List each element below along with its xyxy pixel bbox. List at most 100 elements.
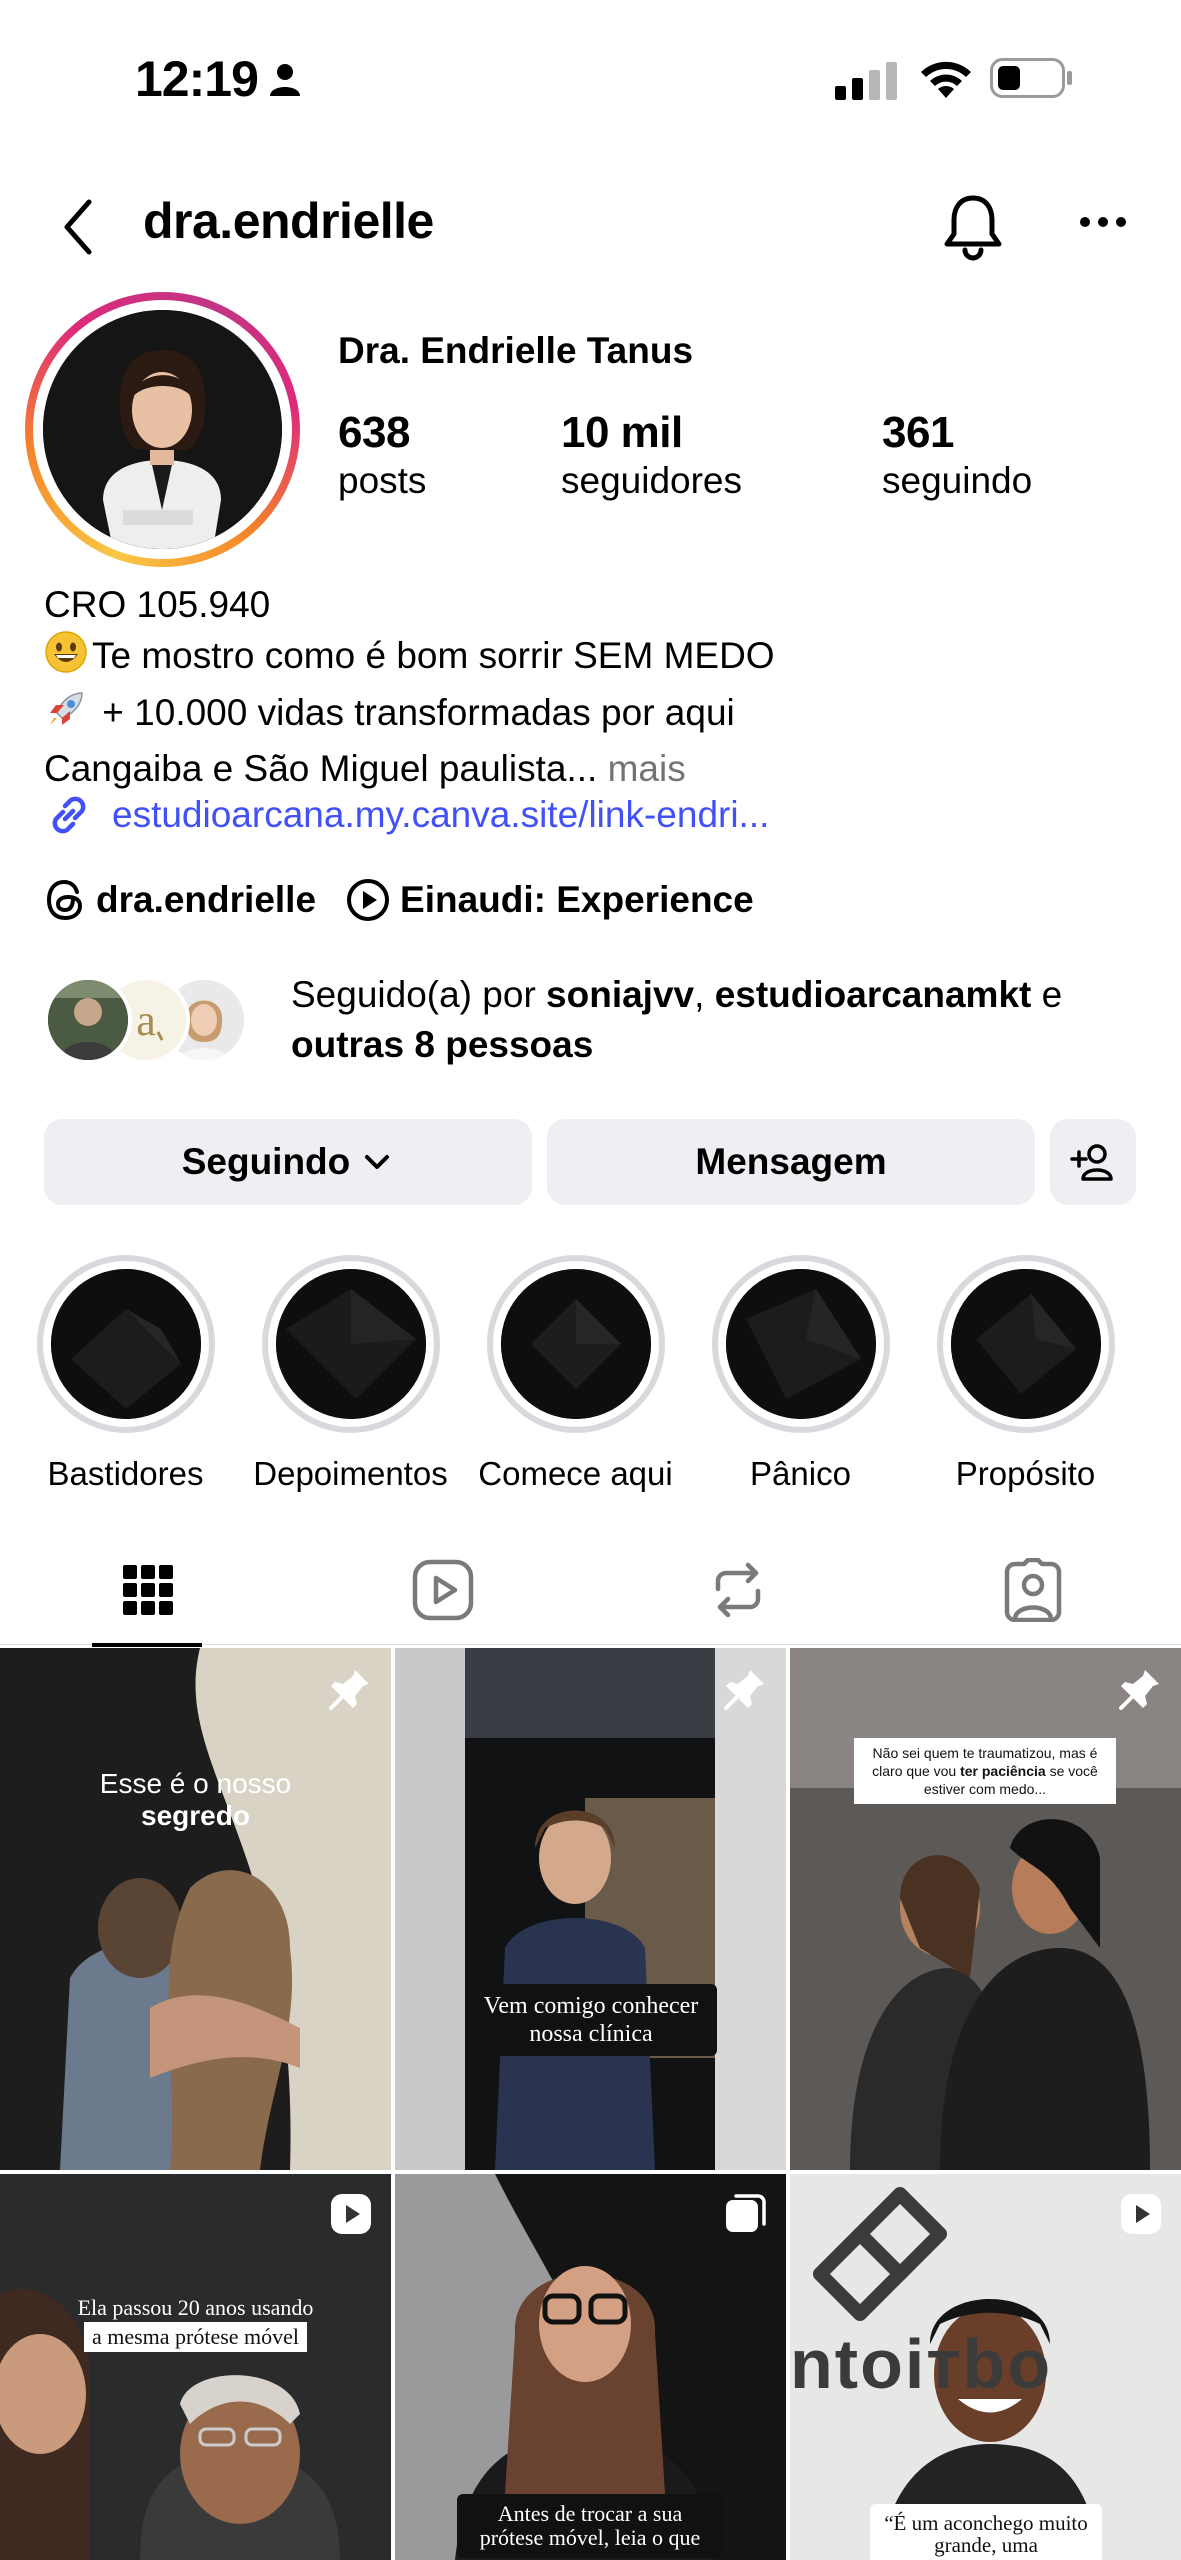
profile-tabs — [0, 1535, 1181, 1647]
highlight-cover — [50, 1269, 201, 1419]
post-thumbnail[interactable]: ntoiтbo “É um aconchego muito grande, um… — [790, 2174, 1181, 2560]
bio-link[interactable]: estudioarcana.my.canva.site/link-endri..… — [44, 790, 769, 840]
cellular-signal-icon — [835, 62, 897, 100]
reposts-icon — [715, 1562, 760, 1618]
post-caption-line: a mesma prótese móvel — [83, 2322, 308, 2352]
highlight-label: Depoimentos — [253, 1455, 448, 1492]
highlight-cover — [500, 1269, 651, 1419]
highlight-depoimentos[interactable]: Depoimentos — [238, 1255, 463, 1493]
play-circle-icon[interactable] — [346, 878, 390, 922]
pin-icon — [329, 1670, 369, 1710]
highlight-cover — [275, 1269, 426, 1419]
tab-tagged[interactable] — [885, 1535, 1180, 1645]
follower-avatar — [44, 976, 132, 1064]
back-arrow-icon[interactable] — [55, 192, 105, 262]
bio-line: + 10.000 vidas transformadas por aqui — [44, 687, 1144, 744]
bio-text: + 10.000 vidas transformadas por aqui — [92, 692, 735, 733]
highlight-cover — [725, 1269, 876, 1419]
post-wall-text: ntoiтbo — [790, 2325, 1053, 2403]
bio-line: Te mostro como é bom sorrir SEM MEDO — [44, 630, 1144, 687]
mutual-others[interactable]: outras 8 pessoas — [291, 1024, 593, 1065]
message-button[interactable]: Mensagem — [547, 1119, 1035, 1205]
notification-bell-icon[interactable] — [940, 190, 1006, 262]
mutual-follower[interactable]: estudioarcanamkt — [715, 974, 1032, 1015]
suggest-people-button[interactable] — [1050, 1119, 1136, 1205]
stat-followers[interactable]: 10 mil seguidores — [561, 408, 742, 502]
post-thumbnail[interactable]: Antes de trocar a sua prótese móvel, lei… — [395, 2174, 786, 2560]
header-username: dra.endrielle — [143, 193, 434, 249]
reel-icon — [331, 2194, 371, 2234]
profile-avatar[interactable] — [25, 292, 300, 567]
post-image — [0, 1648, 391, 2170]
post-thumbnail[interactable]: Vem comigo conhecer nossa clínica — [395, 1648, 786, 2170]
highlight-label: Comece aqui — [478, 1455, 673, 1492]
highlight-proposito[interactable]: Propósito — [913, 1255, 1138, 1493]
grid-icon — [122, 1565, 173, 1615]
followed-conj: e — [1031, 974, 1063, 1015]
message-button-label: Mensagem — [695, 1141, 887, 1182]
active-tab-indicator — [92, 1643, 202, 1647]
svg-text:a: a — [136, 996, 156, 1045]
status-time: 12:19 — [135, 51, 259, 107]
highlight-panico[interactable]: Pânico — [688, 1255, 913, 1493]
bio-line: Cangaiba e São Miguel paulista... mais — [44, 744, 1144, 794]
highlight-label: Propósito — [955, 1455, 1096, 1492]
carousel-icon — [726, 2194, 766, 2232]
followed-by-row[interactable]: a Seguido(a) por soniajvv, estudioarcana… — [44, 970, 1164, 1080]
reels-icon — [412, 1559, 473, 1621]
post-thumbnail[interactable]: Ela passou 20 anos usando a mesma prótes… — [0, 2174, 391, 2560]
threads-icon[interactable] — [44, 878, 86, 922]
post-caption: Antes de trocar a sua prótese móvel, lei… — [457, 2494, 723, 2558]
reel-icon — [1121, 2194, 1161, 2234]
post-caption: Vem comigo conhecer nossa clínica — [465, 1984, 717, 2056]
profile-bio: CRO 105.940 Te mostro como é bom sorrir … — [44, 580, 1144, 794]
following-label: seguindo — [882, 460, 1033, 501]
followed-prefix: Seguido(a) por — [291, 974, 547, 1015]
link-icon — [52, 796, 86, 834]
post-thumbnail[interactable]: Não sei quem te traumatizou, mas é claro… — [790, 1648, 1181, 2170]
highlight-label: Bastidores — [47, 1455, 204, 1492]
music-title[interactable]: Einaudi: Experience — [400, 879, 754, 921]
avatar-photo — [43, 310, 282, 549]
bio-text: Cangaiba e São Miguel paulista... — [44, 748, 608, 789]
following-button-label: Seguindo — [181, 1141, 351, 1182]
person-icon — [270, 64, 300, 96]
following-button[interactable]: Seguindo — [44, 1119, 532, 1205]
pin-icon — [724, 1670, 764, 1710]
post-caption-line: segredo — [141, 1800, 250, 1831]
bio-link-text[interactable]: estudioarcana.my.canva.site/link-endri..… — [112, 794, 769, 836]
threads-handle[interactable]: dra.endrielle — [96, 879, 316, 921]
followed-sep: , — [694, 974, 715, 1015]
post-caption-line: Esse é o nosso — [99, 1768, 292, 1799]
highlight-comece-aqui[interactable]: Comece aqui — [463, 1255, 688, 1493]
more-options-icon[interactable] — [1078, 212, 1128, 232]
rocket-icon — [44, 687, 88, 744]
add-person-icon — [1070, 1144, 1113, 1181]
tab-reposts[interactable] — [590, 1535, 885, 1645]
following-count: 361 — [882, 408, 954, 457]
post-caption-bold: ter paciência — [960, 1763, 1046, 1779]
followers-count: 10 mil — [561, 408, 683, 457]
stat-following[interactable]: 361 seguindo — [882, 408, 1032, 502]
post-caption: Não sei quem te traumatizou, mas é claro… — [854, 1738, 1116, 1804]
bio-line: CRO 105.940 — [44, 584, 271, 625]
bio-more-link[interactable]: mais — [608, 748, 686, 789]
followers-label: seguidores — [561, 460, 743, 501]
post-caption-line: Ela passou 20 anos usando — [77, 2295, 314, 2320]
highlight-bastidores[interactable]: Bastidores — [13, 1255, 238, 1493]
post-image — [790, 1648, 1181, 2170]
display-name: Dra. Endrielle Tanus — [338, 330, 694, 371]
grinning-face-icon — [44, 630, 88, 687]
post-thumbnail[interactable]: Esse é o nosso segredo — [0, 1648, 391, 2170]
highlight-label: Pânico — [750, 1455, 851, 1492]
posts-label: posts — [338, 460, 427, 501]
post-caption: “É um aconchego muito grande, uma — [870, 2504, 1102, 2560]
stat-posts[interactable]: 638 posts — [338, 408, 426, 502]
post-caption: Ela passou 20 anos usando a mesma prótes… — [0, 2294, 391, 2352]
highlight-cover — [950, 1269, 1101, 1419]
tab-reels[interactable] — [295, 1535, 590, 1645]
mutual-follower[interactable]: soniajvv — [546, 974, 694, 1015]
chevron-down-icon — [365, 1155, 390, 1169]
wifi-icon — [921, 61, 971, 98]
tab-grid[interactable] — [0, 1535, 295, 1647]
